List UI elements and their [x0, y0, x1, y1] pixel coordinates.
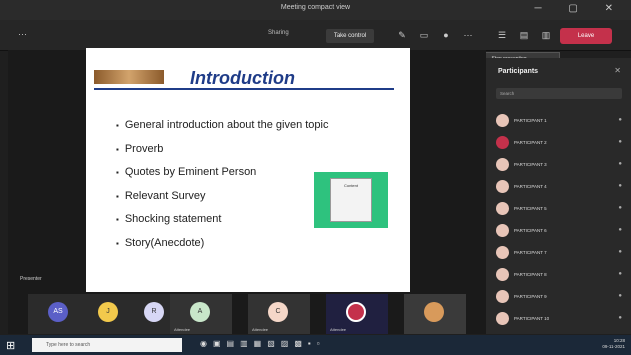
participant-name: PARTICIPANT 7 [514, 250, 547, 255]
mic-icon: ● [618, 227, 622, 233]
mic-icon: ● [618, 183, 622, 189]
participants-header: Participants [498, 68, 539, 75]
slide-decoration [94, 70, 164, 84]
mic-icon: ● [618, 139, 622, 145]
avatar [496, 136, 509, 149]
participant-name: PARTICIPANT 10 [514, 316, 550, 321]
avatar [496, 180, 509, 193]
share-icon[interactable]: ▥ [540, 29, 552, 41]
more-icon[interactable]: ⋯ [462, 29, 474, 41]
bullet-item: Story(Anecdote) [116, 236, 328, 260]
taskbar-search[interactable]: Type here to search [32, 338, 182, 352]
leave-button[interactable]: Leave [560, 28, 612, 44]
menu-icon[interactable]: ⋯ [18, 29, 27, 40]
slide-title: Introduction [190, 68, 295, 88]
participant-item[interactable]: PARTICIPANT 3 ● [496, 154, 622, 176]
windows-taskbar: ⊞ Type here to search ◉▣▤▥▦▧▨▩▪▫ 10:28 0… [0, 335, 631, 355]
windows-start-icon[interactable]: ⊞ [6, 339, 15, 352]
slide-widget-label: Content [343, 183, 358, 188]
video-tile[interactable]: C Attendee [248, 294, 310, 334]
participant-name: PARTICIPANT 9 [514, 294, 547, 299]
participant-item[interactable]: PARTICIPANT 6 ● [496, 220, 622, 242]
tile-label: Attendee [252, 327, 269, 332]
mic-icon: ● [618, 161, 622, 167]
avatar [346, 302, 366, 322]
meeting-timer: Sharing [268, 30, 289, 36]
avatar: A [190, 302, 210, 322]
pen-icon[interactable]: ✎ [396, 29, 408, 41]
participants-search[interactable]: Search [496, 88, 622, 99]
participant-name: PARTICIPANT 4 [514, 184, 547, 189]
participant-item[interactable]: PARTICIPANT 7 ● [496, 242, 622, 264]
video-tile[interactable] [404, 294, 466, 334]
participant-item[interactable]: PARTICIPANT 5 ● [496, 198, 622, 220]
avatar [496, 158, 509, 171]
system-tray-clock[interactable]: 10:28 09-11-2021 [602, 338, 625, 350]
participants-panel: Participants ✕ Search PARTICIPANT 1 ● PAR… [486, 58, 631, 334]
avatar [496, 202, 509, 215]
mic-icon: ● [618, 293, 622, 299]
video-tile[interactable]: Attendee [326, 294, 388, 334]
avatar: R [144, 302, 164, 322]
avatar [496, 224, 509, 237]
avatar [496, 268, 509, 281]
video-strip: AS J R A Attendee C Attendee Attendee [8, 294, 486, 334]
mic-icon: ● [618, 249, 622, 255]
take-control-button[interactable]: Take control [326, 29, 374, 43]
chat-icon[interactable]: ▤ [518, 29, 530, 41]
slide: Introduction General introduction about … [86, 48, 410, 292]
slide-divider [94, 88, 394, 90]
bullet-list: General introduction about the given top… [116, 118, 329, 260]
participant-item[interactable]: PARTICIPANT 1 ● [496, 110, 622, 132]
meeting-toolbar: ⋯ Sharing Take control ✎ ▭ ● ⋯ ☰ ▤ ▥ Lea… [0, 20, 631, 51]
tile-label: Attendee [330, 327, 347, 332]
mic-icon: ● [618, 271, 622, 277]
participant-name: PARTICIPANT 8 [514, 272, 547, 277]
mic-icon[interactable]: ● [440, 29, 452, 41]
avatar: AS [48, 302, 68, 322]
avatar [496, 114, 509, 127]
participants-list: PARTICIPANT 1 ● PARTICIPANT 2 ● PARTICIPAN… [496, 110, 622, 330]
bullet-item: Proverb [116, 142, 328, 166]
bullet-item: Quotes by Eminent Person [116, 165, 328, 189]
video-icon[interactable]: ▭ [418, 29, 430, 41]
clock-date: 09-11-2021 [602, 344, 625, 349]
avatar [496, 312, 509, 325]
avatar: C [268, 302, 288, 322]
participant-item[interactable]: PARTICIPANT 10 ● [496, 308, 622, 330]
taskbar-app-icons[interactable]: ◉▣▤▥▦▧▨▩▪▫ [200, 339, 326, 348]
window-controls[interactable]: ─ ▢ ✕ [535, 3, 625, 14]
participant-item[interactable]: PARTICIPANT 9 ● [496, 286, 622, 308]
tile-label: Attendee [174, 327, 191, 332]
slide-widget: Content [314, 172, 388, 228]
bullet-item: General introduction about the given top… [116, 118, 329, 142]
title-bar: Meeting compact view ─ ▢ ✕ [0, 0, 631, 20]
avatar: J [98, 302, 118, 322]
avatar [496, 290, 509, 303]
participant-name: PARTICIPANT 6 [514, 228, 547, 233]
slide-widget-card: Content [330, 178, 372, 222]
people-icon[interactable]: ☰ [496, 29, 508, 41]
participant-name: PARTICIPANT 5 [514, 206, 547, 211]
participant-item[interactable]: PARTICIPANT 8 ● [496, 264, 622, 286]
avatar [424, 302, 444, 322]
bullet-item: Shocking statement [116, 212, 328, 236]
participant-name: PARTICIPANT 3 [514, 162, 547, 167]
close-icon[interactable]: ✕ [614, 66, 621, 75]
avatar [496, 246, 509, 259]
bullet-item: Relevant Survey [116, 189, 328, 213]
participant-item[interactable]: PARTICIPANT 4 ● [496, 176, 622, 198]
video-tile[interactable]: A Attendee [170, 294, 232, 334]
participant-name: PARTICIPANT 2 [514, 140, 547, 145]
participant-item[interactable]: PARTICIPANT 2 ● [496, 132, 622, 154]
presenter-label: Presenter [20, 276, 42, 282]
mic-icon: ● [618, 117, 622, 123]
mic-icon: ● [618, 315, 622, 321]
mic-icon: ● [618, 205, 622, 211]
participant-name: PARTICIPANT 1 [514, 118, 547, 123]
